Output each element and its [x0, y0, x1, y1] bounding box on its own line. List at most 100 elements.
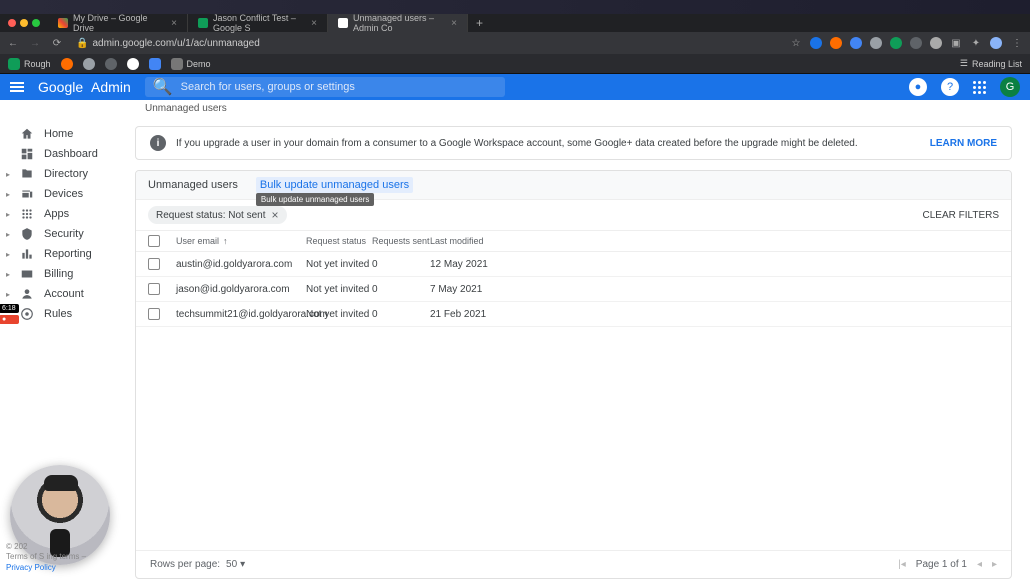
cell-sent: 0 [372, 259, 430, 270]
ext-icon[interactable] [810, 37, 822, 49]
reload-icon[interactable]: ⟳ [50, 38, 64, 49]
bookmark-item[interactable] [61, 58, 73, 70]
browser-tab[interactable]: Jason Conflict Test – Google S × [188, 14, 328, 32]
ext-icon[interactable] [870, 37, 882, 49]
column-header-modified[interactable]: Last modified [430, 236, 999, 246]
cell-email: austin@id.goldyarora.com [176, 259, 306, 270]
filter-chip[interactable]: Request status: Not sent × [148, 206, 287, 224]
extensions-icon[interactable]: ✦ [970, 37, 982, 49]
remove-chip-icon[interactable]: × [272, 209, 279, 221]
table-row[interactable]: jason@id.goldyarora.comNot yet invited07… [136, 277, 1011, 302]
sidebar-item-devices[interactable]: ▸ Devices [0, 184, 135, 204]
bookmark-item[interactable] [149, 58, 161, 70]
ext-icon[interactable] [830, 37, 842, 49]
help-icon[interactable]: ? [941, 78, 959, 96]
hamburger-menu-icon[interactable] [10, 82, 24, 92]
url-text: admin.google.com/u/1/ac/unmanaged [92, 38, 259, 49]
forward-icon[interactable]: → [28, 38, 42, 49]
select-all-checkbox[interactable] [148, 235, 160, 247]
sidebar-item-security[interactable]: ▸ Security [0, 224, 135, 244]
sidebar-item-label: Home [44, 128, 73, 140]
browser-tab[interactable]: My Drive – Google Drive × [48, 14, 188, 32]
folder-icon [171, 58, 183, 70]
sidebar-item-billing[interactable]: ▸ Billing [0, 264, 135, 284]
table-row[interactable]: techsummit21@id.goldyarora.comNot yet in… [136, 302, 1011, 327]
row-checkbox[interactable] [148, 283, 160, 295]
bookmark-icon [105, 58, 117, 70]
sidebar-item-apps[interactable]: ▸ Apps [0, 204, 135, 224]
kebab-menu-icon[interactable]: ⋮ [1010, 38, 1024, 49]
terms-link[interactable]: Terms of S [6, 552, 44, 561]
sort-asc-icon: ↑ [223, 236, 228, 246]
bookmark-icon [83, 58, 95, 70]
learn-more-link[interactable]: LEARN MORE [930, 138, 997, 149]
table-row[interactable]: austin@id.goldyarora.comNot yet invited0… [136, 252, 1011, 277]
brand-logo[interactable]: Google Admin [38, 79, 131, 95]
ext-icon[interactable] [890, 37, 902, 49]
sidebar-item-directory[interactable]: ▸ Directory [0, 164, 135, 184]
bookmark-label: Rough [24, 59, 51, 69]
close-tab-icon[interactable]: × [311, 18, 317, 29]
back-icon[interactable]: ← [6, 38, 20, 49]
prev-page-icon[interactable]: ◂ [977, 559, 982, 570]
drive-favicon-icon [58, 18, 68, 28]
bookmark-item[interactable] [127, 58, 139, 70]
chart-icon [20, 247, 34, 261]
sidebar-item-account[interactable]: ▸ Account [0, 284, 135, 304]
task-status-icon[interactable]: ● [909, 78, 927, 96]
close-tab-icon[interactable]: × [451, 18, 457, 29]
ext-icon[interactable] [910, 37, 922, 49]
reading-list-button[interactable]: ☰ Reading List [960, 58, 1022, 69]
filter-chip-label: Request status: Not sent [156, 210, 266, 221]
row-checkbox[interactable] [148, 308, 160, 320]
search-box[interactable]: 🔍 [145, 77, 505, 97]
rows-per-page-select[interactable]: 50 ▾ [226, 559, 245, 570]
browser-tab-active[interactable]: Unmanaged users – Admin Co × [328, 14, 468, 32]
bookmark-item[interactable] [83, 58, 95, 70]
apps-grid-icon[interactable] [973, 81, 986, 94]
url-action-icons: ☆ ▣ ✦ ⋮ [790, 37, 1024, 49]
rows-per-page-value: 50 [226, 559, 237, 570]
sidebar-item-rules[interactable]: Rules [0, 304, 135, 324]
window-controls[interactable] [0, 19, 48, 27]
sidebar-item-home[interactable]: Home [0, 124, 135, 144]
billing-terms-link[interactable]: ing terms – [46, 552, 86, 561]
devices-icon [20, 187, 34, 201]
ext-icon[interactable]: ▣ [950, 37, 962, 49]
bookmark-item[interactable]: Rough [8, 58, 51, 70]
bulk-update-link[interactable]: Bulk update unmanaged users Bulk update … [256, 177, 413, 193]
bookmark-item[interactable] [105, 58, 117, 70]
reading-list-label: Reading List [972, 59, 1022, 69]
column-header-status[interactable]: Request status [306, 236, 372, 246]
close-window-icon[interactable] [8, 19, 16, 27]
maximize-window-icon[interactable] [32, 19, 40, 27]
column-header-sent[interactable]: Requests sent [372, 236, 430, 246]
profile-icon[interactable] [990, 37, 1002, 49]
privacy-link[interactable]: Privacy Policy [6, 563, 56, 572]
chevron-down-icon: ▾ [240, 559, 245, 570]
sidebar-item-reporting[interactable]: ▸ Reporting [0, 244, 135, 264]
row-checkbox[interactable] [148, 258, 160, 270]
clear-filters-button[interactable]: CLEAR FILTERS [923, 210, 1000, 221]
account-avatar[interactable]: G [1000, 77, 1020, 97]
next-page-icon[interactable]: ▸ [992, 559, 997, 570]
sidebar-item-dashboard[interactable]: Dashboard [0, 144, 135, 164]
table-body: austin@id.goldyarora.comNot yet invited0… [136, 252, 1011, 327]
close-tab-icon[interactable]: × [171, 18, 177, 29]
search-input[interactable] [181, 81, 497, 93]
macos-menubar [0, 0, 1030, 14]
bookmark-folder[interactable]: Demo [171, 58, 211, 70]
ext-icon[interactable] [930, 37, 942, 49]
account-icon [20, 287, 34, 301]
minimize-window-icon[interactable] [20, 19, 28, 27]
banner-text: If you upgrade a user in your domain fro… [176, 138, 858, 149]
cell-status: Not yet invited [306, 259, 372, 270]
tab-title: Jason Conflict Test – Google S [213, 13, 306, 33]
star-icon[interactable]: ☆ [790, 37, 802, 49]
column-header-email[interactable]: User email↑ [176, 236, 306, 246]
first-page-icon[interactable]: |◂ [898, 559, 906, 570]
ext-icon[interactable] [850, 37, 862, 49]
address-field[interactable]: 🔒 admin.google.com/u/1/ac/unmanaged [76, 38, 260, 49]
panel-title: Unmanaged users [148, 179, 238, 191]
new-tab-button[interactable]: + [468, 16, 491, 30]
